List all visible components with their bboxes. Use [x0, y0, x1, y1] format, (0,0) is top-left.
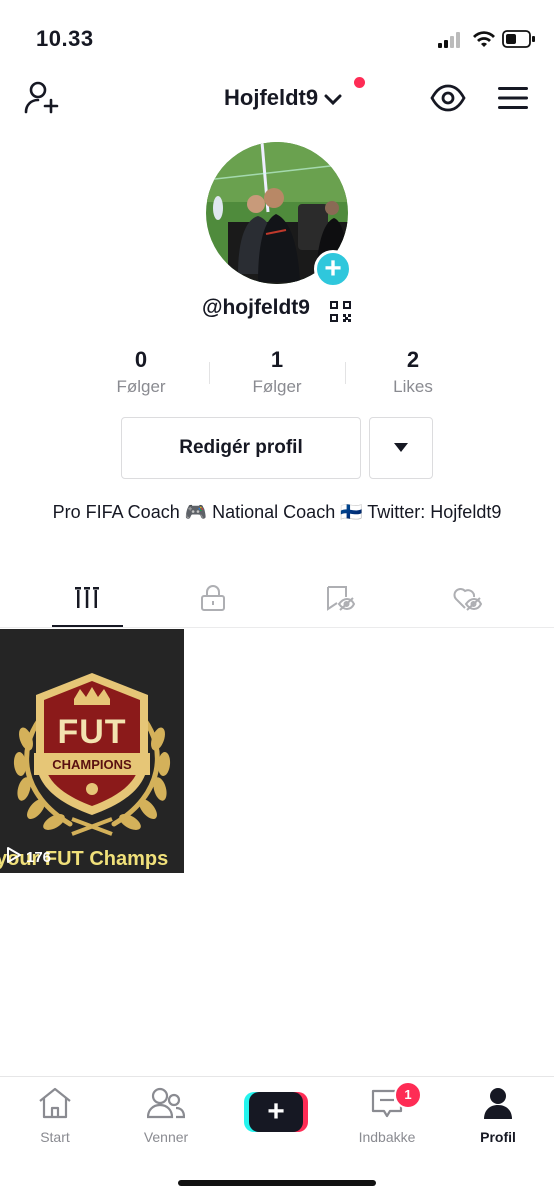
nav-inbox-label: Indbakke [358, 1129, 416, 1145]
badge-subtitle: CHAMPIONS [52, 757, 132, 772]
followers-count[interactable]: 1 [207, 347, 347, 373]
notification-dot [354, 77, 365, 88]
video-view-count: 176 [6, 846, 51, 868]
battery-icon [502, 30, 536, 53]
menu-icon[interactable] [498, 86, 528, 115]
edit-profile-button[interactable]: Redigér profil [121, 417, 361, 479]
tab-divider [0, 627, 554, 628]
lock-icon [200, 584, 226, 617]
create-button[interactable]: + [244, 1092, 308, 1132]
nav-friends-label: Venner [143, 1129, 189, 1145]
chevron-down-icon [324, 86, 342, 112]
add-friend-icon[interactable] [24, 80, 60, 119]
badge-title: FUT [57, 713, 127, 751]
tab-liked[interactable] [431, 580, 503, 620]
hidden-heart-icon [452, 584, 483, 617]
profile-bio: Pro FIFA Coach 🎮 National Coach 🇫🇮 Twitt… [52, 502, 502, 522]
tab-private[interactable] [177, 580, 249, 620]
profile-handle: @hojfeldt9 [202, 296, 310, 320]
video-thumbnail[interactable]: FUT CHAMPIONS [0, 629, 184, 873]
caret-down-icon [394, 439, 408, 457]
wifi-icon [472, 30, 496, 53]
handle-text: @hojfeldt9 [202, 296, 310, 319]
nav-start[interactable]: Start [10, 1086, 100, 1145]
tab-reposts[interactable] [304, 580, 376, 620]
profile-icon [481, 1086, 515, 1125]
cellular-signal-icon [438, 32, 464, 53]
nav-start-label: Start [40, 1129, 70, 1145]
grid-icon [75, 586, 99, 615]
nav-friends[interactable]: Venner [121, 1086, 211, 1145]
username-label: Hojfeldt9 [224, 85, 319, 110]
more-options-button[interactable] [369, 417, 433, 479]
play-icon [6, 846, 22, 868]
status-time: 10.33 [36, 26, 94, 51]
following-count[interactable]: 0 [71, 347, 211, 373]
tab-videos[interactable] [51, 580, 123, 620]
nav-profile-label: Profil [480, 1129, 516, 1145]
plus-icon: + [249, 1092, 303, 1132]
view-count-text: 176 [26, 848, 52, 866]
profile-views-icon[interactable] [430, 84, 466, 117]
home-icon [37, 1086, 73, 1125]
following-label[interactable]: Følger [71, 377, 211, 397]
add-avatar-button[interactable]: + [314, 250, 352, 288]
likes-label[interactable]: Likes [343, 377, 483, 397]
inbox-badge: 1 [394, 1081, 422, 1109]
likes-count[interactable]: 2 [343, 347, 483, 373]
friends-icon [146, 1086, 186, 1125]
followers-label[interactable]: Følger [207, 377, 347, 397]
qr-code-icon[interactable] [330, 301, 351, 327]
nav-profile[interactable]: Profil [453, 1086, 543, 1145]
hidden-bookmark-icon [325, 584, 356, 617]
home-indicator [178, 1180, 376, 1186]
profile-username-switcher[interactable]: Hojfeldt9 [224, 85, 342, 112]
